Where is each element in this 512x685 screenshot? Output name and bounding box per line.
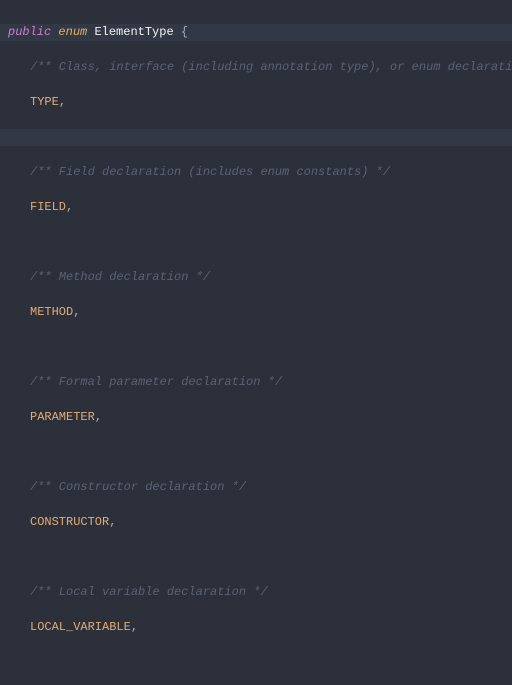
code-line: /** Field declaration (includes enum con… [8, 164, 512, 182]
code-line: /** Local variable declaration */ [8, 584, 512, 602]
code-line: PARAMETER, [8, 409, 512, 427]
blank-line [8, 234, 512, 252]
javadoc-comment: /** Local variable declaration */ [8, 584, 268, 602]
javadoc-comment: /** Class, interface (including annotati… [8, 59, 512, 77]
blank-line [8, 654, 512, 672]
brace-open: { [181, 25, 188, 39]
code-line: /** Method declaration */ [8, 269, 512, 287]
code-line: /** Class, interface (including annotati… [8, 59, 512, 77]
comma: , [73, 305, 80, 319]
blank-line [8, 444, 512, 462]
type-name: ElementType [94, 25, 173, 39]
blank-line [8, 339, 512, 357]
code-viewer: public enum ElementType { /** Class, int… [0, 0, 512, 685]
javadoc-comment: /** Formal parameter declaration */ [8, 374, 282, 392]
comma: , [109, 515, 116, 529]
enum-constant: TYPE [30, 95, 59, 109]
enum-constant: LOCAL_VARIABLE [30, 620, 131, 634]
enum-constant: FIELD [30, 200, 66, 214]
comma: , [66, 200, 73, 214]
code-line: /** Formal parameter declaration */ [8, 374, 512, 392]
enum-constant: CONSTRUCTOR [30, 515, 109, 529]
code-line: METHOD, [8, 304, 512, 322]
keyword-public: public [8, 25, 51, 39]
javadoc-comment: /** Constructor declaration */ [8, 479, 246, 497]
enum-constant: METHOD [30, 305, 73, 319]
blank-line [0, 129, 512, 147]
javadoc-comment: /** Method declaration */ [8, 269, 210, 287]
blank-line [8, 549, 512, 567]
comma: , [131, 620, 138, 634]
keyword-enum: enum [58, 25, 87, 39]
enum-constant: PARAMETER [30, 410, 95, 424]
declaration-line: public enum ElementType { [0, 24, 512, 42]
comma: , [59, 95, 66, 109]
code-line: FIELD, [8, 199, 512, 217]
comma: , [95, 410, 102, 424]
javadoc-comment: /** Field declaration (includes enum con… [8, 164, 390, 182]
code-line: CONSTRUCTOR, [8, 514, 512, 532]
code-line: TYPE, [8, 94, 512, 112]
code-line: /** Constructor declaration */ [8, 479, 512, 497]
code-line: LOCAL_VARIABLE, [8, 619, 512, 637]
